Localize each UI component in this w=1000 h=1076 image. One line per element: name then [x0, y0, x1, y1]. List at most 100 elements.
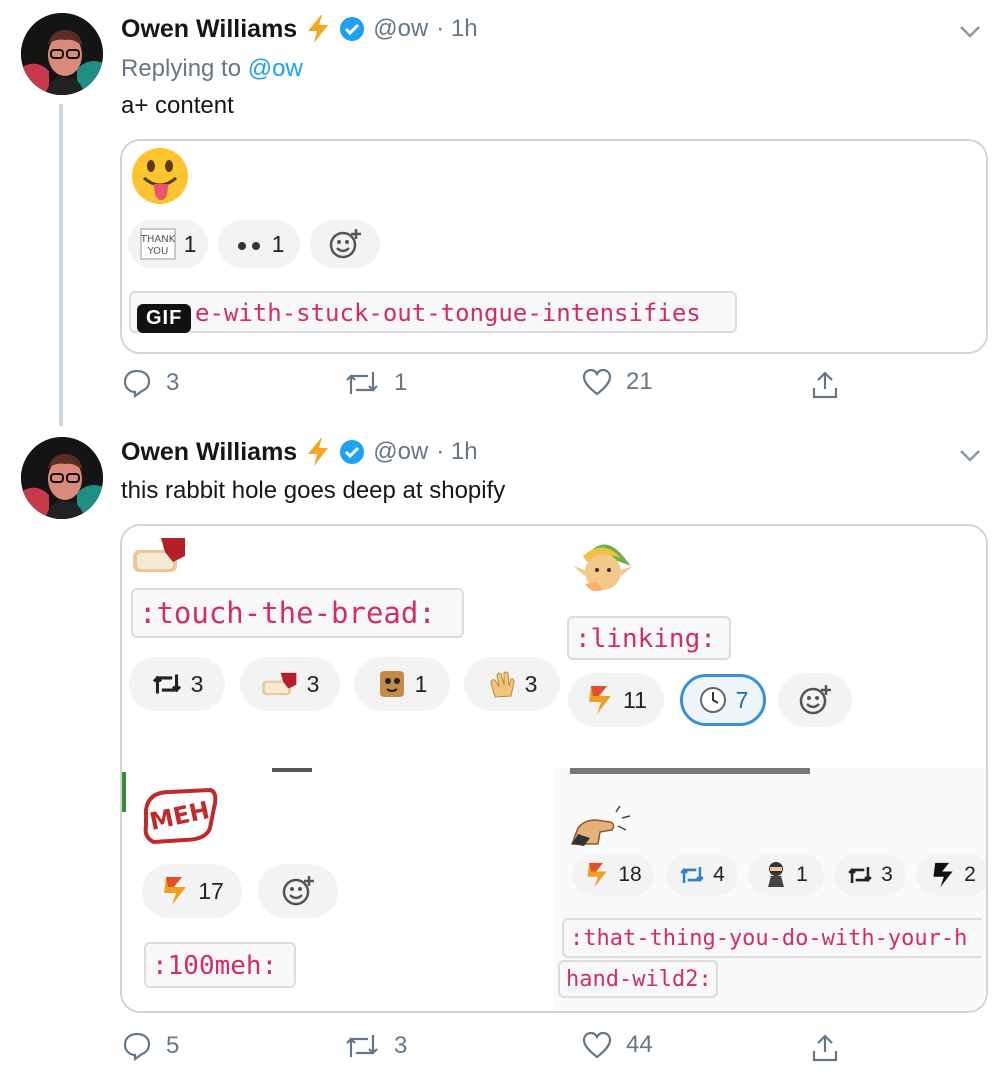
image-edge-fragment [570, 768, 810, 774]
add-reaction-button[interactable] [310, 220, 380, 268]
reaction-cat-toast[interactable]: 1 [354, 657, 450, 711]
emoji-code-label: e-with-stuck-out-tongue-intensifies [129, 291, 737, 333]
reaction-count: 4 [713, 863, 725, 886]
share-icon[interactable] [810, 1033, 840, 1063]
reaction-clock-face[interactable]: 7 [680, 674, 766, 726]
reply-action[interactable]: 3 [122, 368, 179, 398]
tweet-header: Owen Williams @ow · 1h [121, 14, 478, 44]
black-r-icon [933, 862, 953, 888]
handle[interactable]: @ow [373, 438, 428, 466]
reaction-shopify[interactable]: 17 [142, 864, 242, 918]
reaction-retweet[interactable]: 3 [834, 854, 906, 896]
shopify-r-icon [589, 686, 612, 714]
share-icon[interactable] [810, 370, 840, 400]
reaction-retweet[interactable]: 3 [129, 657, 225, 711]
image-quadrant-100meh[interactable]: MEH 17 :100meh: [122, 768, 554, 1011]
reaction-count: 2 [964, 863, 976, 886]
clap-icon [490, 671, 515, 698]
retweet-icon [848, 867, 872, 883]
timestamp[interactable]: · 1h [436, 15, 477, 43]
display-name[interactable]: Owen Williams [121, 15, 297, 44]
replying-to-link[interactable]: @ow [248, 55, 303, 82]
meh-pin-icon: MEH [143, 787, 218, 845]
tongue-emoji-icon [132, 148, 188, 204]
reaction-thank-you[interactable]: THANK YOU 1 [128, 220, 208, 268]
chevron-down-icon[interactable] [958, 22, 982, 40]
reaction-count: 1 [796, 863, 808, 886]
reaction-bread[interactable]: 3 [240, 657, 340, 711]
like-count: 44 [626, 1031, 653, 1058]
replying-to: Replying to @ow [121, 55, 303, 83]
emoji-code-label: :100meh: [144, 942, 296, 988]
timestamp[interactable]: · 1h [436, 438, 477, 466]
image-quadrant-linking[interactable]: :linking: 11 7 [554, 526, 986, 766]
retweet-icon [152, 674, 181, 694]
avatar[interactable] [21, 437, 103, 519]
reaction-count: 3 [306, 670, 320, 697]
shopify-r-icon [587, 862, 607, 888]
svg-text:THANK: THANK [140, 234, 176, 245]
verified-badge-icon [340, 17, 365, 41]
like-count: 21 [626, 368, 653, 395]
reaction-count: 7 [735, 686, 749, 713]
image-edge-fragment [122, 772, 126, 812]
reaction-shopify[interactable]: 18 [572, 854, 654, 896]
replying-to-label: Replying to [121, 55, 248, 82]
display-name[interactable]: Owen Williams [121, 438, 297, 467]
media-card[interactable]: THANK YOU 1 1 e-with-stuck-out-tongue-int… [120, 139, 988, 354]
image-quadrant-touch-the-bread[interactable]: :touch-the-bread: 3 3 1 3 [122, 526, 560, 766]
gif-badge: GIF [137, 304, 192, 333]
reaction-count: 11 [623, 686, 647, 713]
retweet-count: 1 [394, 369, 408, 396]
emoji-code-label: :that-thing-you-do-with-your-h [562, 918, 982, 958]
add-reaction-icon [282, 876, 314, 906]
retweet-action[interactable]: 1 [344, 368, 407, 398]
thread-connector [59, 104, 63, 426]
reaction-count: 1 [271, 230, 285, 257]
reaction-count: 1 [414, 670, 428, 697]
reaction-ninja[interactable]: 1 [748, 854, 824, 896]
tweet-text: this rabbit hole goes deep at shopify [121, 477, 506, 504]
add-reaction-button[interactable] [778, 673, 852, 727]
emoji-code-label: :touch-the-bread: [131, 588, 464, 638]
add-reaction-button[interactable] [258, 864, 338, 918]
retweet-count: 3 [394, 1032, 408, 1059]
retweet-action[interactable]: 3 [344, 1031, 407, 1061]
reaction-count: 3 [881, 863, 893, 886]
heart-icon [582, 1031, 612, 1059]
avatar[interactable] [21, 13, 103, 95]
clock-face-icon [699, 687, 726, 713]
reaction-count: 3 [524, 670, 538, 697]
emoji-code-label-continued: hand-wild2: [558, 960, 718, 998]
image-edge-fragment [272, 768, 312, 772]
eyes-icon [237, 242, 260, 250]
media-card[interactable]: :touch-the-bread: 3 3 1 3 :linking: 11 7… [120, 524, 988, 1013]
retweet-blue-icon [680, 867, 704, 883]
reaction-retweet-blue[interactable]: 4 [666, 854, 738, 896]
lightning-icon [308, 438, 329, 466]
avatar-image [21, 13, 103, 95]
add-reaction-icon [329, 229, 361, 259]
reaction-clap[interactable]: 3 [464, 657, 560, 711]
shopify-r-icon [164, 877, 187, 905]
like-action[interactable]: 44 [582, 1031, 653, 1059]
bread-icon [133, 538, 185, 572]
cat-toast-icon [379, 671, 404, 697]
thank-you-icon: THANKYOU [140, 228, 176, 260]
handle[interactable]: @ow [373, 15, 428, 43]
reaction-count: 18 [618, 863, 642, 886]
avatar-image [21, 437, 103, 519]
tweet-header: Owen Williams @ow · 1h [121, 437, 478, 467]
image-quadrant-hand-wild[interactable]: 18 4 1 3 2 :that-thing-you-do-with-your-… [554, 768, 986, 1011]
reaction-eyes[interactable]: 1 [218, 220, 300, 268]
link-thinking-icon [573, 544, 633, 592]
reaction-shopify[interactable]: 11 [568, 673, 664, 727]
reaction-black-r[interactable]: 2 [916, 854, 986, 896]
reply-icon [123, 1032, 151, 1061]
chevron-down-icon[interactable] [958, 446, 982, 464]
retweet-icon [346, 1035, 378, 1057]
finger-snap-icon [570, 805, 631, 846]
svg-text:YOU: YOU [146, 246, 168, 257]
reply-action[interactable]: 5 [122, 1031, 179, 1061]
like-action[interactable]: 21 [582, 368, 653, 396]
